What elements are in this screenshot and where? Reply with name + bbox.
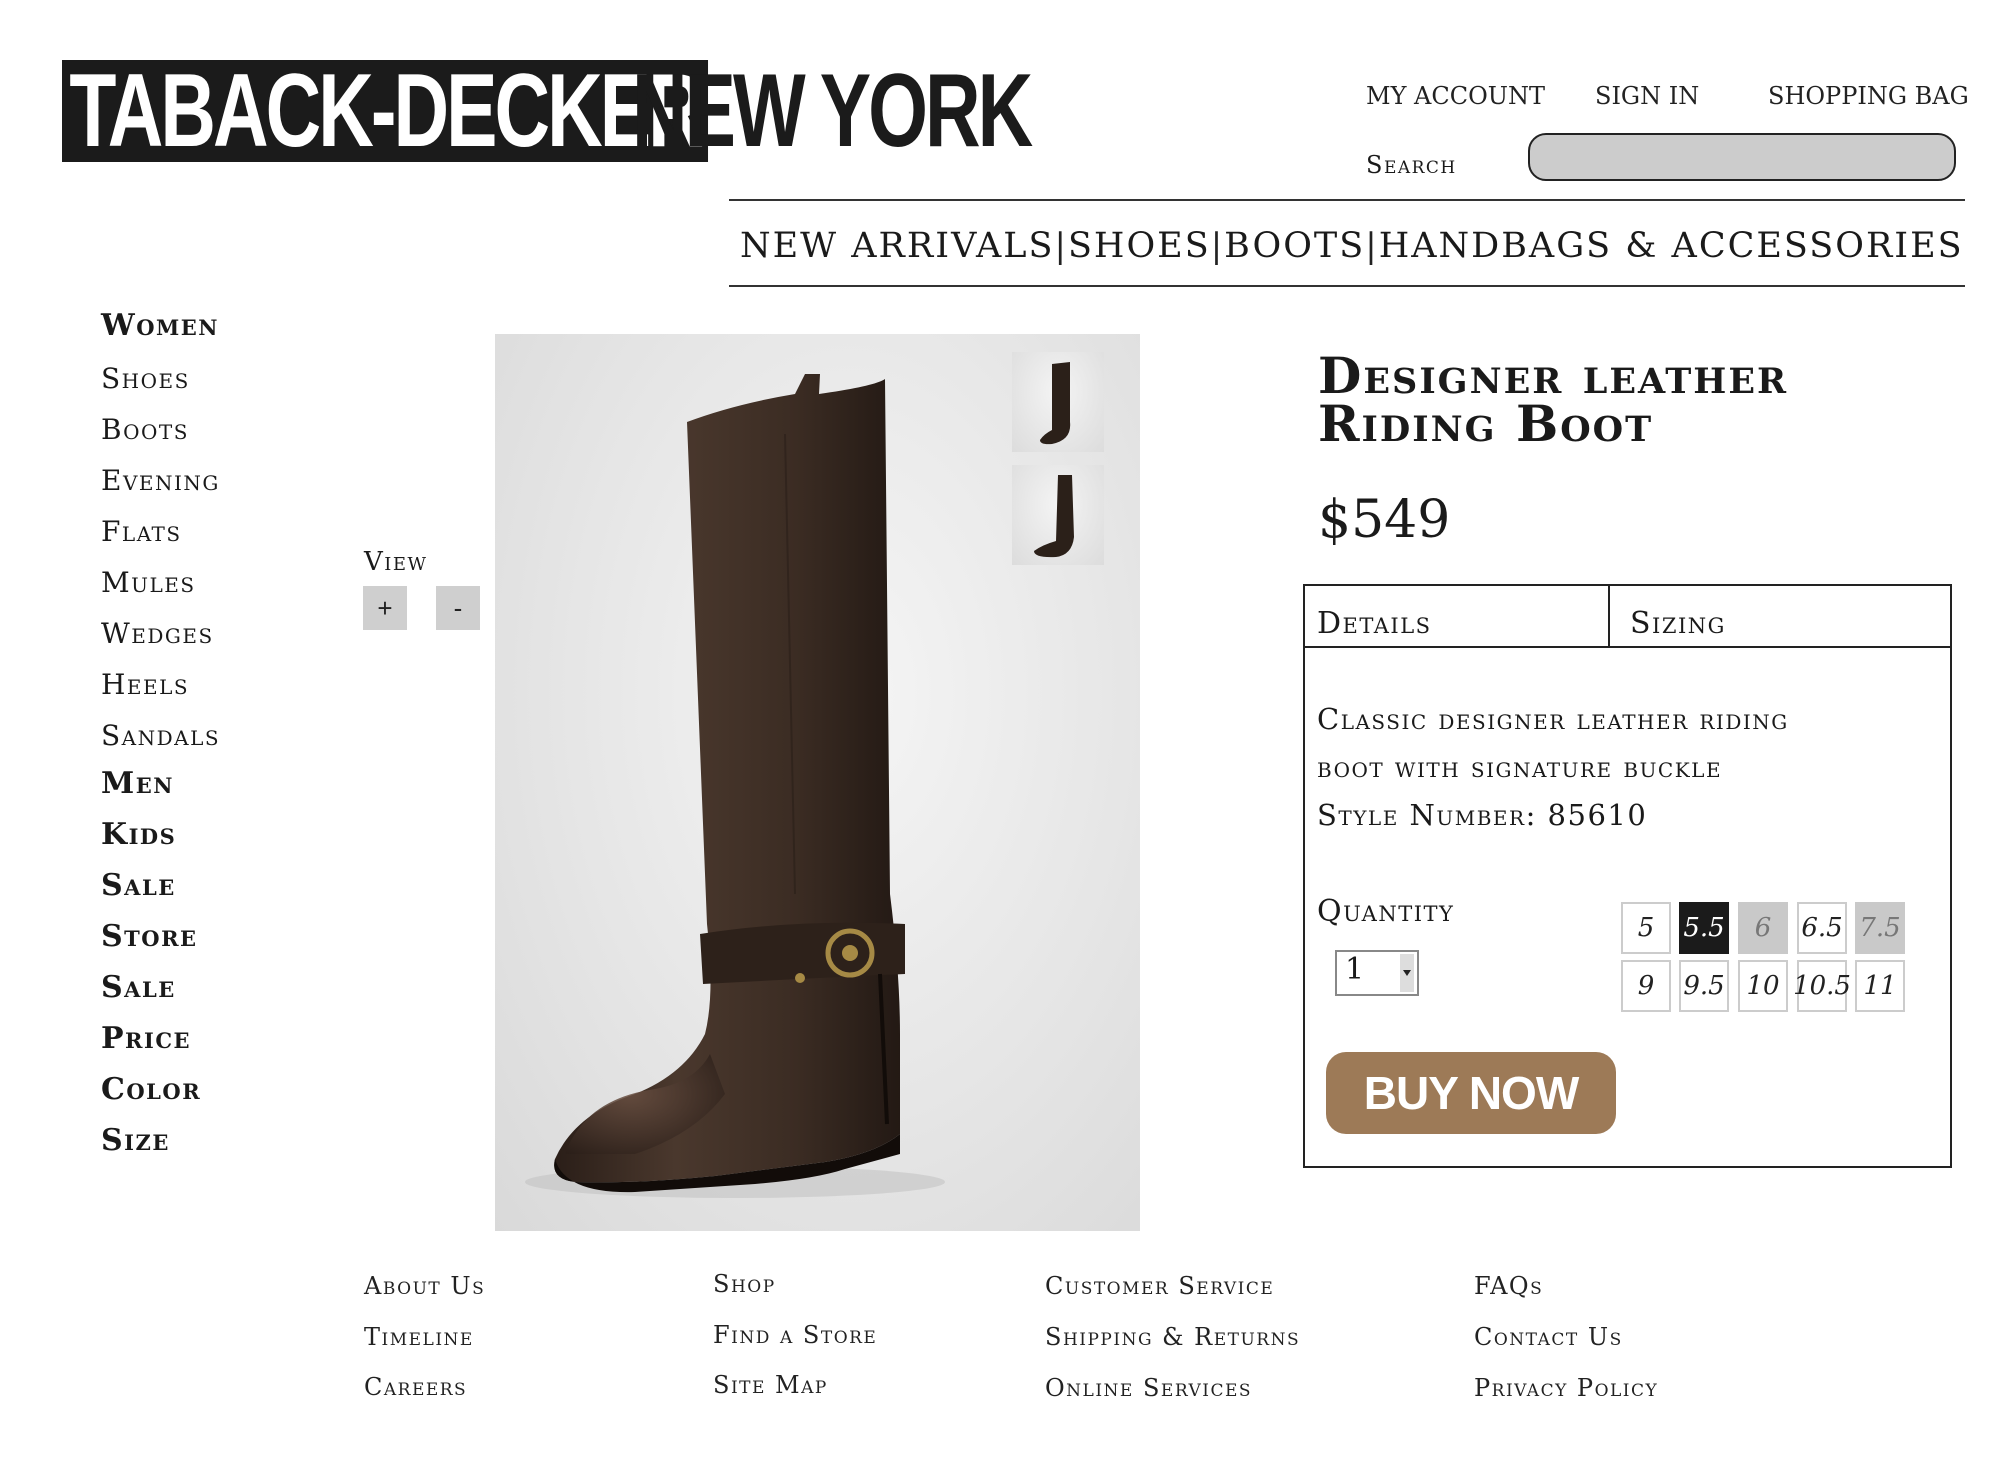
size-option-unavailable[interactable]: 6 [1738,902,1788,954]
search-input[interactable] [1528,133,1956,181]
sidebar-item-shoes[interactable]: Shoes [101,362,190,395]
tab-sizing[interactable]: Sizing [1610,586,1952,646]
sidebar-item-evening[interactable]: Evening [101,464,220,497]
nav-separator: | [1210,226,1225,266]
my-account-link[interactable]: MY ACCOUNT [1366,82,1545,110]
size-option[interactable]: 10 [1738,960,1788,1012]
sidebar-item-price[interactable]: Price [101,1021,191,1056]
footer-faqs[interactable]: FAQs [1474,1272,1543,1300]
sidebar-item-kids[interactable]: Kids [101,817,176,852]
sidebar-item-boots[interactable]: Boots [101,413,189,446]
zoom-out-button[interactable]: - [436,586,480,630]
description-line2: boot with signature buckle [1317,750,1723,784]
thumbnail-1[interactable] [1012,352,1104,452]
sidebar-item-flats[interactable]: Flats [101,515,182,548]
footer-site-map[interactable]: Site Map [713,1371,828,1399]
size-option[interactable]: 10.5 [1793,960,1851,1012]
footer-privacy-policy[interactable]: Privacy Policy [1474,1374,1658,1402]
sidebar-item-sale[interactable]: Sale [101,868,176,903]
footer-find-a-store[interactable]: Find a Store [713,1321,877,1349]
logo-light-text: NEW YORK [632,53,1033,169]
product-title: Designer leather Riding Boot [1318,351,1878,449]
thumbnail-2[interactable] [1012,465,1104,565]
sidebar-item-store[interactable]: Store [101,919,198,954]
sign-in-link[interactable]: SIGN IN [1595,82,1699,110]
product-image[interactable] [495,334,1140,1231]
footer-shipping-returns[interactable]: Shipping & Returns [1045,1323,1300,1351]
style-number: Style Number: 85610 [1317,798,1648,832]
chevron-down-icon[interactable] [1400,954,1414,992]
sidebar-item-color[interactable]: Color [101,1072,201,1107]
size-option[interactable]: 9 [1621,960,1671,1012]
nav-separator: | [1365,226,1379,266]
nav-separator: | [1054,226,1068,266]
sidebar-item-heels[interactable]: Heels [101,668,189,701]
size-option-unavailable[interactable]: 7.5 [1855,902,1905,954]
footer-customer-service[interactable]: Customer Service [1045,1272,1274,1300]
sidebar-item-mules[interactable]: Mules [101,566,196,599]
nav-shoes[interactable]: SHOES [1068,226,1211,266]
tab-divider [1305,646,1950,648]
buy-now-button[interactable]: BUY NOW [1326,1052,1616,1134]
product-price: $549 [1318,490,1451,550]
sidebar-item-women[interactable]: Women [101,308,219,343]
search-label: Search [1366,151,1457,179]
size-option[interactable]: 5 [1621,902,1671,954]
product-title-line2: Riding Boot [1318,394,1654,453]
description-line1: Classic designer leather riding [1317,702,1789,736]
view-label: View [364,547,428,577]
nav-handbags-accessories[interactable]: HANDBAGS & ACCESSORIES [1379,226,1964,266]
sidebar-item-wedges[interactable]: Wedges [101,617,214,650]
size-option[interactable]: 9.5 [1679,960,1729,1012]
nav-boots[interactable]: BOOTS [1224,226,1365,266]
footer-about-us[interactable]: About Us [364,1272,485,1300]
footer-careers[interactable]: Careers [364,1373,467,1401]
sidebar-item-sandals[interactable]: Sandals [101,719,220,752]
footer-contact-us[interactable]: Contact Us [1474,1323,1623,1351]
footer-online-services[interactable]: Online Services [1045,1374,1252,1402]
sidebar-item-sale-2[interactable]: Sale [101,970,176,1005]
thumbnail-boot-back-icon [1034,475,1074,558]
shopping-bag-link[interactable]: SHOPPING BAG [1768,82,1969,110]
size-option-selected[interactable]: 5.5 [1679,902,1729,954]
tab-details[interactable]: Details [1305,586,1610,646]
size-option[interactable]: 11 [1855,960,1905,1012]
thumbnail-boot-side-icon [1040,362,1071,445]
product-details-panel: Details Sizing Classic designer leather … [1303,584,1952,1168]
footer-shop[interactable]: Shop [713,1270,776,1298]
footer-timeline[interactable]: Timeline [364,1323,474,1351]
nav-top-rule [729,199,1965,201]
logo-dark-text: TABACK-DECKER [62,59,709,163]
main-nav: NEW ARRIVALS | SHOES | BOOTS | HANDBAGS … [740,220,1962,272]
sidebar-item-size[interactable]: Size [101,1123,170,1158]
nav-new-arrivals[interactable]: NEW ARRIVALS [740,226,1054,266]
brand-logo[interactable]: TABACK-DECKER NEW YORK [62,59,1033,163]
zoom-in-button[interactable]: + [363,586,407,630]
quantity-label: Quantity [1317,894,1455,929]
nav-bottom-rule [729,285,1965,287]
size-option[interactable]: 6.5 [1797,902,1847,954]
sidebar-item-men[interactable]: Men [101,766,174,801]
